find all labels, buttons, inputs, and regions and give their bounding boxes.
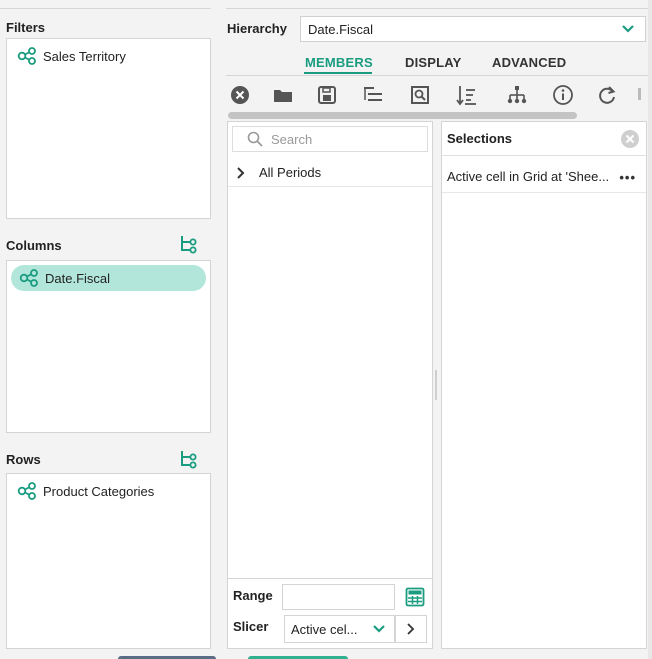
filters-well[interactable]: Sales Territory — [6, 38, 211, 219]
filter-list-icon[interactable] — [361, 84, 385, 106]
pane-splitter[interactable] — [435, 370, 437, 400]
field-sales-territory[interactable]: Sales Territory — [7, 44, 210, 68]
clear-icon[interactable] — [228, 84, 252, 106]
slicer-next-button[interactable] — [395, 615, 427, 643]
dimension-icon — [19, 269, 38, 287]
tab-advanced[interactable]: ADVANCED — [492, 55, 566, 70]
tree-item-label: All Periods — [259, 165, 322, 180]
rows-well[interactable]: Product Categories — [6, 473, 211, 649]
field-product-categories[interactable]: Product Categories — [7, 479, 210, 503]
search-placeholder: Search — [271, 131, 313, 147]
active-tab-indicator — [304, 72, 372, 74]
hierarchy-dropdown[interactable]: Date.Fiscal — [300, 16, 646, 42]
rows-title: Rows — [6, 452, 41, 467]
members-pane: Search All Periods Range Slicer Active c… — [227, 121, 433, 649]
save-icon[interactable] — [315, 84, 339, 106]
member-selector-panel: Hierarchy Date.Fiscal MEMBERS DISPLAY AD… — [222, 0, 652, 659]
selections-title: Selections — [447, 131, 513, 146]
range-label: Range — [233, 588, 273, 603]
range-input[interactable] — [282, 584, 395, 610]
columns-hierarchy-icon[interactable] — [179, 234, 199, 254]
selection-item-label: Active cell in Grid at 'Shee... — [447, 169, 610, 184]
hierarchy-icon[interactable] — [505, 84, 529, 106]
chevron-down-icon — [622, 25, 634, 33]
hierarchy-label: Hierarchy — [227, 21, 287, 36]
info-icon[interactable] — [551, 84, 575, 106]
divider — [0, 8, 211, 9]
dimension-icon — [17, 482, 36, 500]
more-options-icon[interactable]: ••• — [619, 170, 636, 185]
field-label: Product Categories — [43, 483, 155, 499]
search-icon — [247, 131, 263, 147]
hierarchy-value: Date.Fiscal — [308, 21, 374, 37]
folder-icon[interactable] — [271, 84, 295, 106]
sort-icon[interactable] — [454, 84, 478, 106]
field-wells-panel: Filters Sales Territory Columns Date.Fis… — [0, 0, 217, 659]
search-input[interactable]: Search — [232, 126, 428, 152]
field-label: Sales Territory — [43, 48, 126, 64]
chevron-right-icon[interactable] — [236, 166, 246, 179]
search-doc-icon[interactable] — [408, 84, 432, 106]
dimension-icon — [17, 47, 36, 65]
range-picker-icon[interactable] — [405, 587, 425, 607]
selections-header: Selections — [442, 122, 646, 156]
selection-item[interactable]: Active cell in Grid at 'Shee... ••• — [442, 161, 646, 193]
field-date-fiscal[interactable]: Date.Fiscal — [11, 265, 206, 291]
tab-members[interactable]: MEMBERS — [305, 55, 373, 70]
chevron-down-icon — [373, 625, 385, 633]
columns-well[interactable]: Date.Fiscal — [6, 260, 211, 433]
divider — [226, 8, 652, 9]
tree-item-all-periods[interactable]: All Periods — [228, 159, 432, 187]
clear-selections-icon[interactable] — [620, 129, 640, 149]
slicer-dropdown[interactable]: Active cel... — [284, 615, 395, 643]
divider — [228, 578, 432, 579]
more-tool-icon[interactable] — [632, 84, 644, 106]
window-edge — [648, 0, 652, 659]
tab-display[interactable]: DISPLAY — [405, 55, 462, 70]
chevron-right-icon — [407, 623, 415, 635]
field-label: Date.Fiscal — [45, 270, 111, 286]
refresh-icon[interactable] — [595, 84, 619, 106]
slicer-value: Active cel... — [291, 621, 358, 637]
rows-hierarchy-icon[interactable] — [179, 449, 199, 469]
slicer-label: Slicer — [233, 619, 269, 634]
toolbar-scrollbar[interactable] — [228, 112, 577, 119]
selections-pane: Selections Active cell in Grid at 'Shee.… — [441, 121, 647, 649]
divider — [226, 75, 652, 76]
filters-title: Filters — [6, 20, 46, 35]
toolbar — [222, 80, 652, 110]
columns-title: Columns — [6, 238, 62, 253]
tab-bar: MEMBERS DISPLAY ADVANCED — [222, 50, 652, 76]
